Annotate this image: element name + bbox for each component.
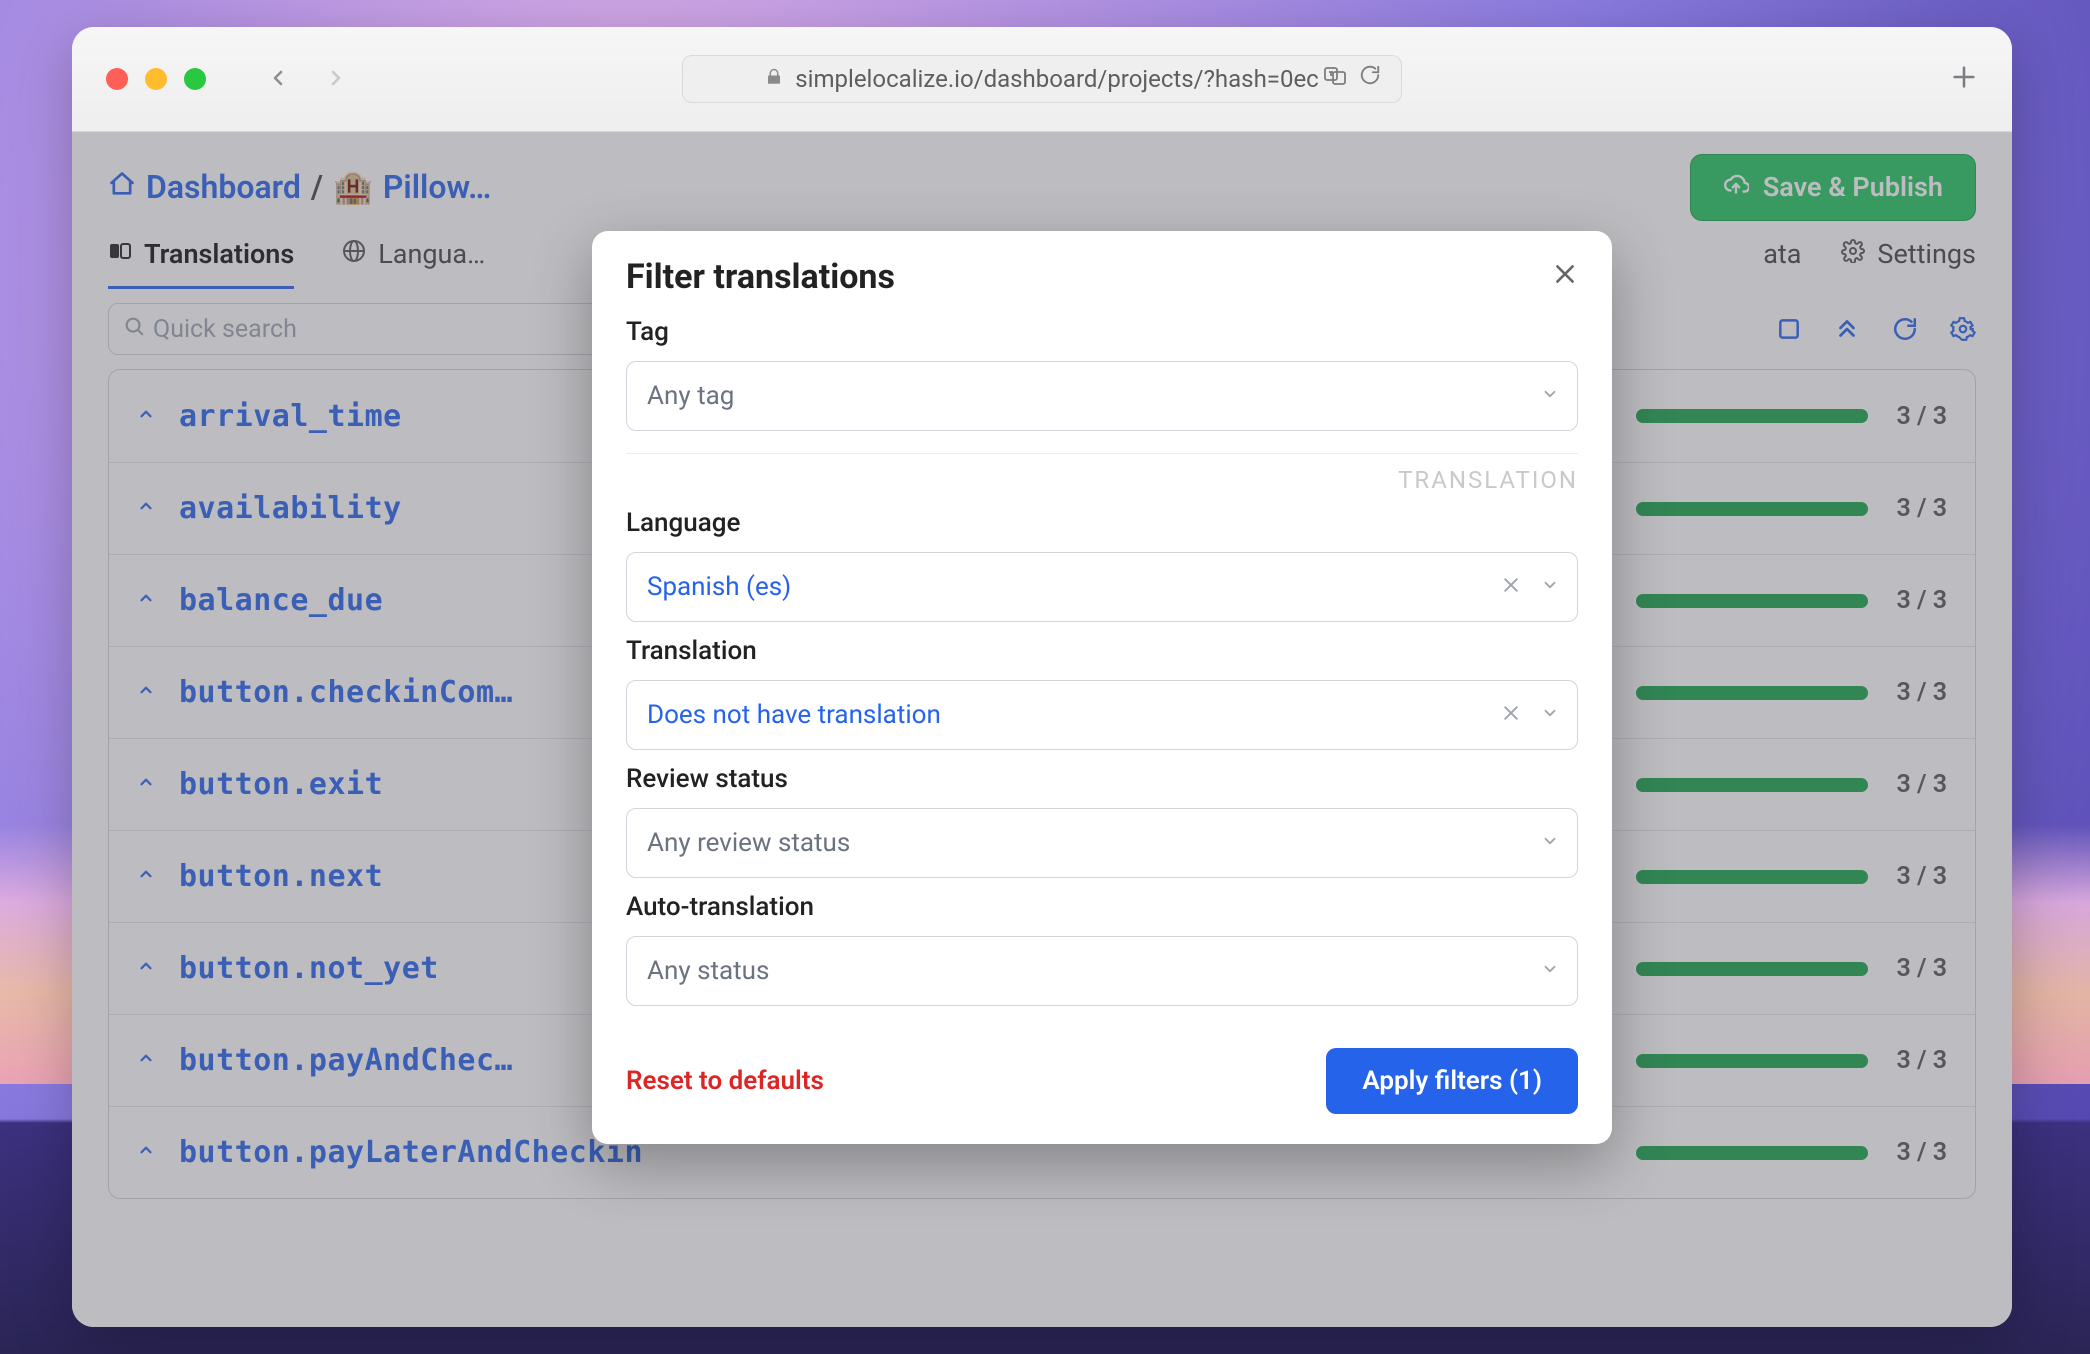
window-controls <box>106 68 206 90</box>
browser-titlebar: simplelocalize.io/dashboard/projects/?ha… <box>72 27 2012 132</box>
close-icon[interactable] <box>1552 260 1578 295</box>
clear-icon[interactable] <box>1501 573 1521 601</box>
url-text: simplelocalize.io/dashboard/projects/?ha… <box>795 65 1319 93</box>
minimize-window-button[interactable] <box>145 68 167 90</box>
modal-title: Filter translations <box>626 257 895 297</box>
nav-arrows <box>266 59 348 99</box>
chevron-down-icon <box>1541 575 1559 599</box>
lock-icon <box>765 67 783 91</box>
apply-filters-button[interactable]: Apply filters (1) <box>1326 1048 1578 1114</box>
auto-value: Any status <box>647 956 769 986</box>
section-label-translation: TRANSLATION <box>626 453 1578 494</box>
review-select[interactable]: Any review status <box>626 808 1578 878</box>
field-label-tag: Tag <box>626 317 1578 347</box>
clear-icon[interactable] <box>1501 701 1521 729</box>
tag-select[interactable]: Any tag <box>626 361 1578 431</box>
chevron-down-icon <box>1541 384 1559 408</box>
chevron-down-icon <box>1541 831 1559 855</box>
tag-value: Any tag <box>647 381 734 411</box>
app-content: Dashboard / 🏨 Pillow… Save & Publish <box>72 132 2012 1327</box>
translate-extension-icon[interactable] <box>1323 64 1347 94</box>
field-label-translation: Translation <box>626 636 1578 666</box>
translation-select[interactable]: Does not have translation <box>626 680 1578 750</box>
address-bar[interactable]: simplelocalize.io/dashboard/projects/?ha… <box>682 55 1402 103</box>
auto-translation-select[interactable]: Any status <box>626 936 1578 1006</box>
close-window-button[interactable] <box>106 68 128 90</box>
translation-value: Does not have translation <box>647 700 941 730</box>
review-value: Any review status <box>647 828 850 858</box>
chevron-down-icon <box>1541 959 1559 983</box>
reset-button[interactable]: Reset to defaults <box>626 1066 824 1096</box>
field-label-language: Language <box>626 508 1578 538</box>
field-label-review: Review status <box>626 764 1578 794</box>
reload-icon[interactable] <box>1359 64 1381 94</box>
forward-button[interactable] <box>324 59 348 99</box>
new-tab-button[interactable] <box>1950 58 1978 100</box>
chevron-down-icon <box>1541 703 1559 727</box>
back-button[interactable] <box>266 59 290 99</box>
maximize-window-button[interactable] <box>184 68 206 90</box>
field-label-auto: Auto-translation <box>626 892 1578 922</box>
language-select[interactable]: Spanish (es) <box>626 552 1578 622</box>
filter-modal: Filter translations Tag Any tag TRANSLAT… <box>592 231 1612 1144</box>
browser-window: simplelocalize.io/dashboard/projects/?ha… <box>72 27 2012 1327</box>
language-value: Spanish (es) <box>647 572 791 602</box>
